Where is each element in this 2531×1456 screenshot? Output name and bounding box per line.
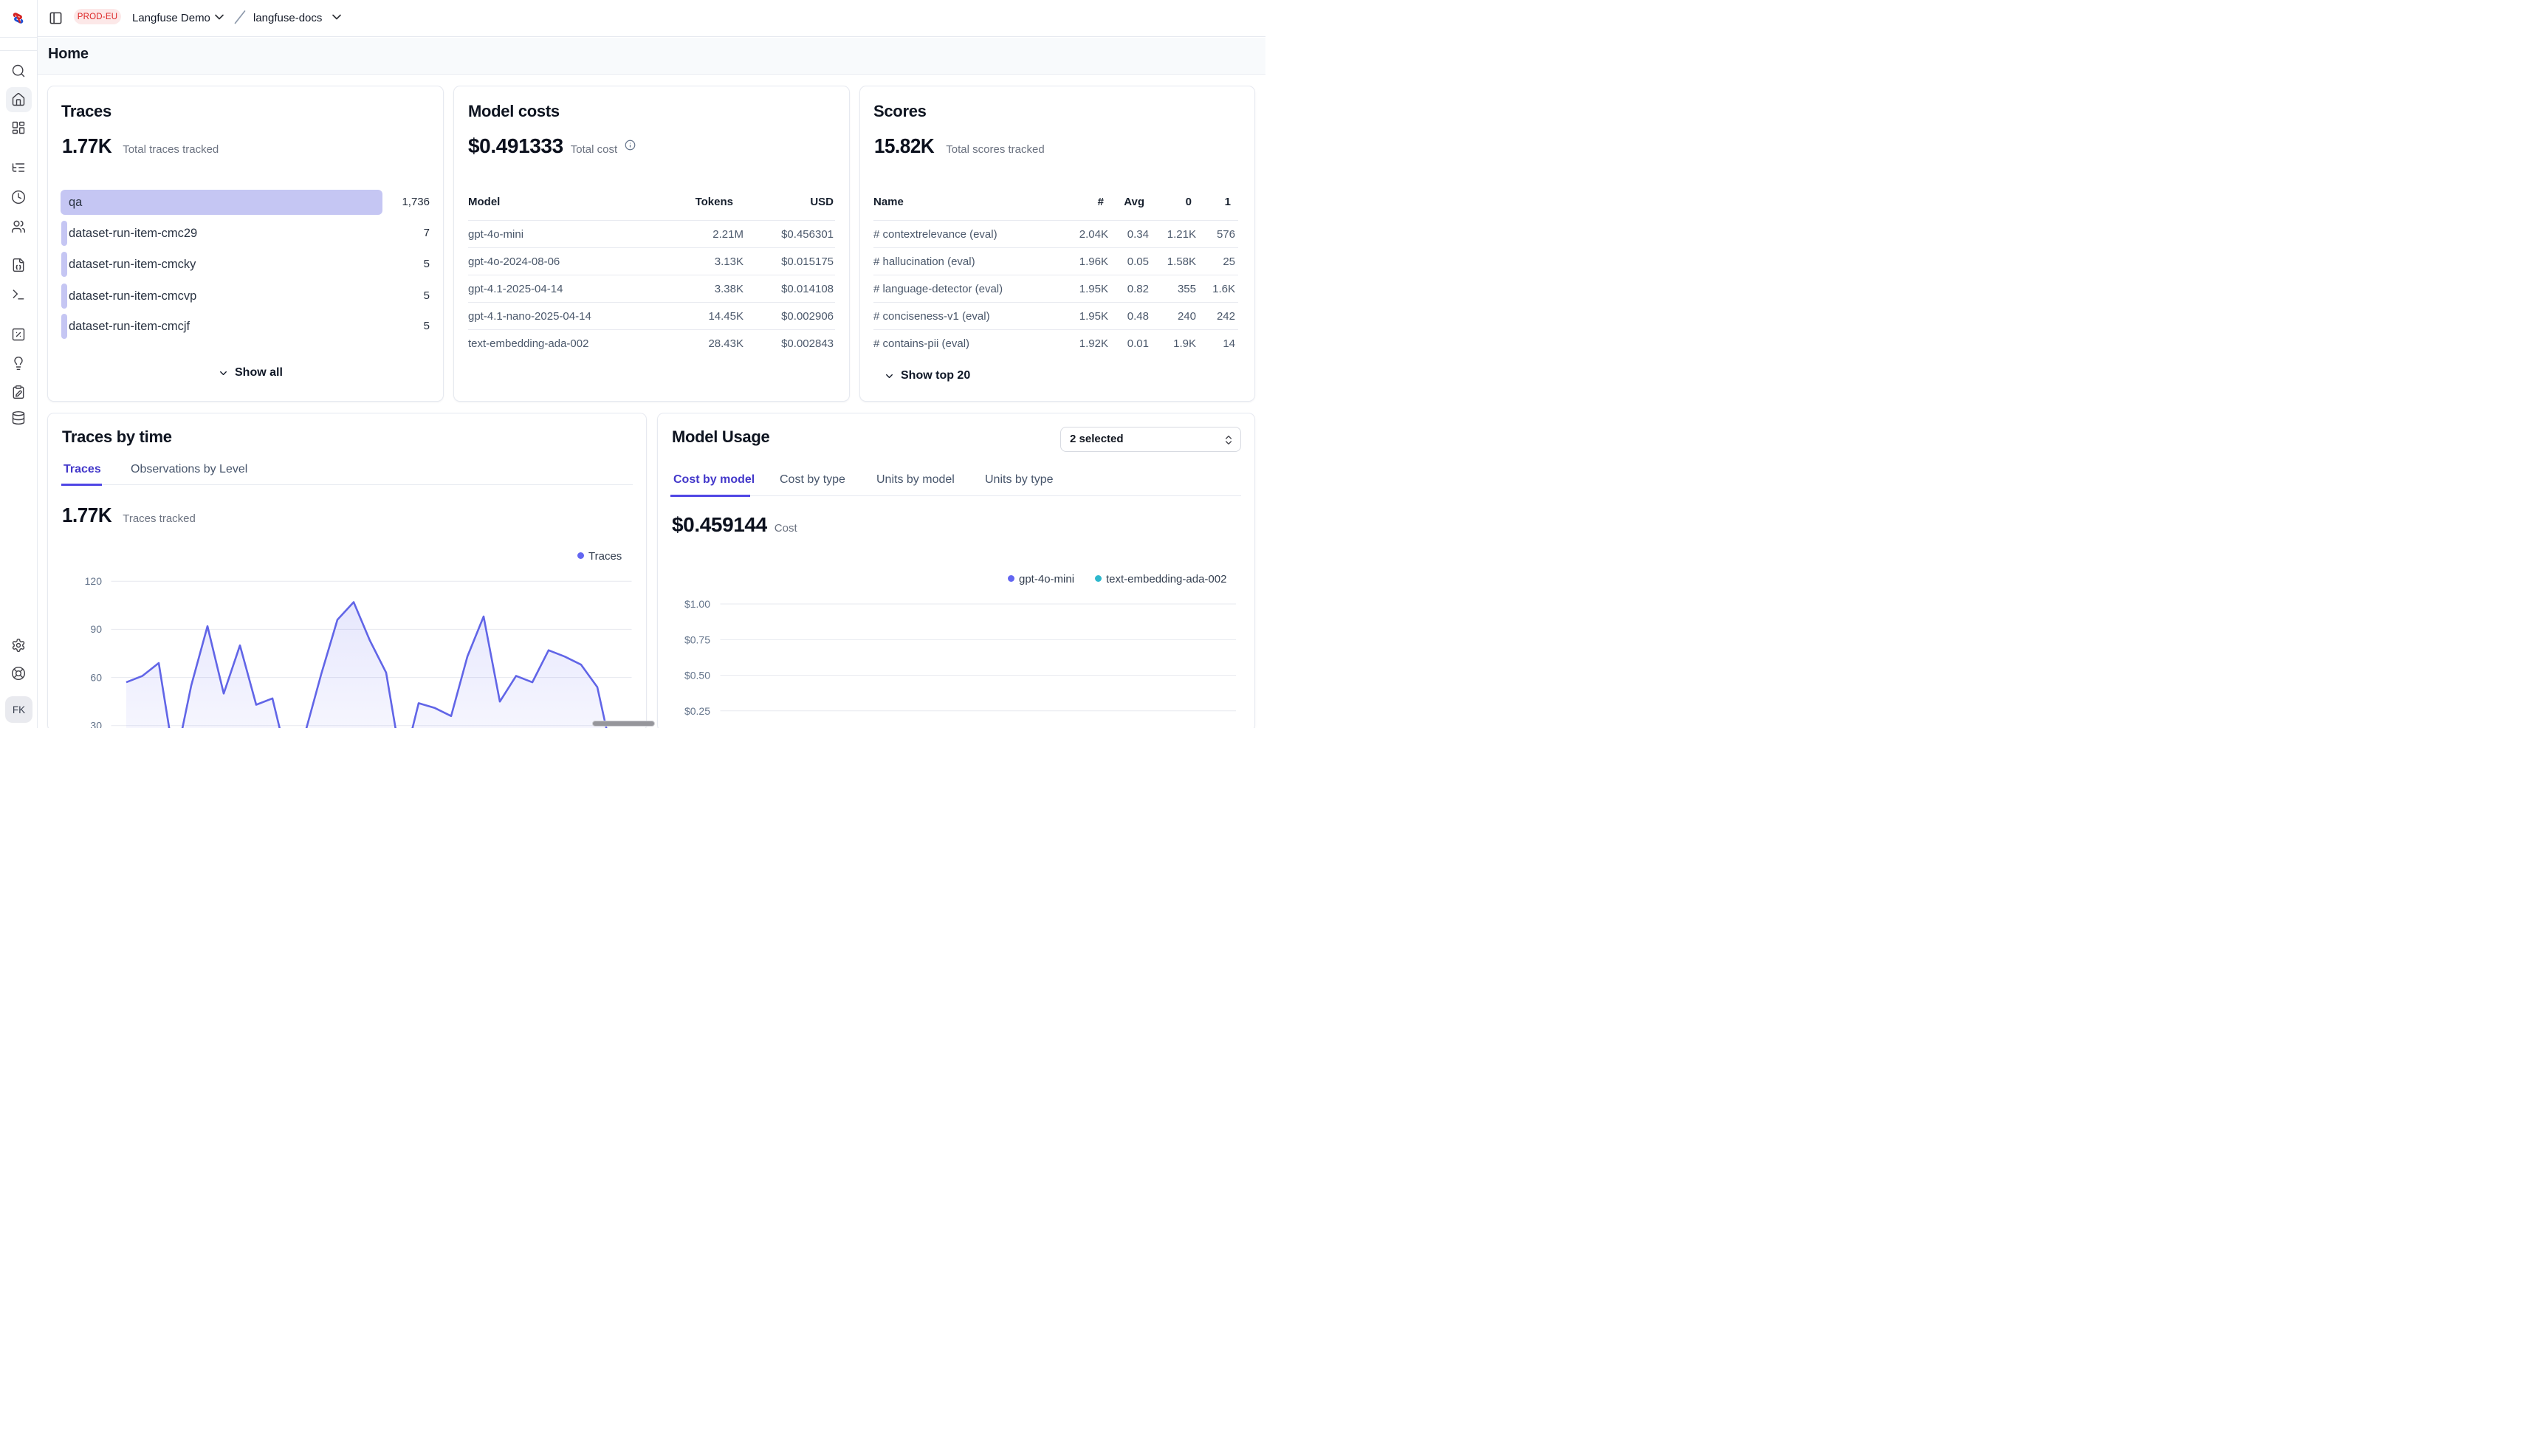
svg-text:$0.50: $0.50 bbox=[684, 670, 710, 681]
svg-text:30: 30 bbox=[90, 720, 102, 728]
svg-text:120: 120 bbox=[85, 575, 103, 587]
svg-text:$0.25: $0.25 bbox=[684, 705, 710, 717]
svg-text:$0.75: $0.75 bbox=[684, 633, 710, 645]
svg-text:60: 60 bbox=[90, 671, 102, 683]
svg-text:$1.00: $1.00 bbox=[684, 598, 710, 610]
svg-text:90: 90 bbox=[90, 623, 102, 635]
